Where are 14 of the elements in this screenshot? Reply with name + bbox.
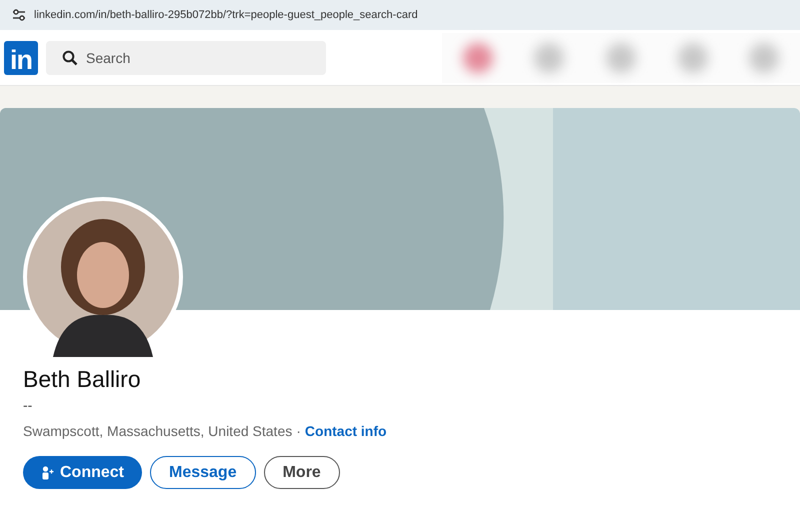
profile-name: Beth Balliro	[23, 366, 142, 393]
action-button[interactable]: Connect	[23, 456, 142, 489]
action-button[interactable]: More	[264, 456, 340, 489]
separator-dot: ·	[296, 423, 301, 439]
linkedin-logo[interactable]: in	[4, 40, 38, 74]
contact-info-link[interactable]: Contact info	[304, 423, 387, 439]
url-text: linkedin.com/in/beth-balliro-295b072bb/?trk=people-guest_people_search-card	[34, 9, 418, 21]
action-button[interactable]: Message	[150, 456, 256, 489]
headline: --	[23, 397, 34, 413]
site-settings-icon[interactable]	[12, 9, 26, 21]
location-text: Swampscott, Massachusetts, United States	[23, 423, 292, 439]
address-bar[interactable]: linkedin.com/in/beth-balliro-295b072bb/?trk=people-guest_people_search-card	[0, 0, 800, 30]
search-field[interactable]: Search	[46, 40, 326, 74]
add-person-icon	[41, 466, 55, 480]
